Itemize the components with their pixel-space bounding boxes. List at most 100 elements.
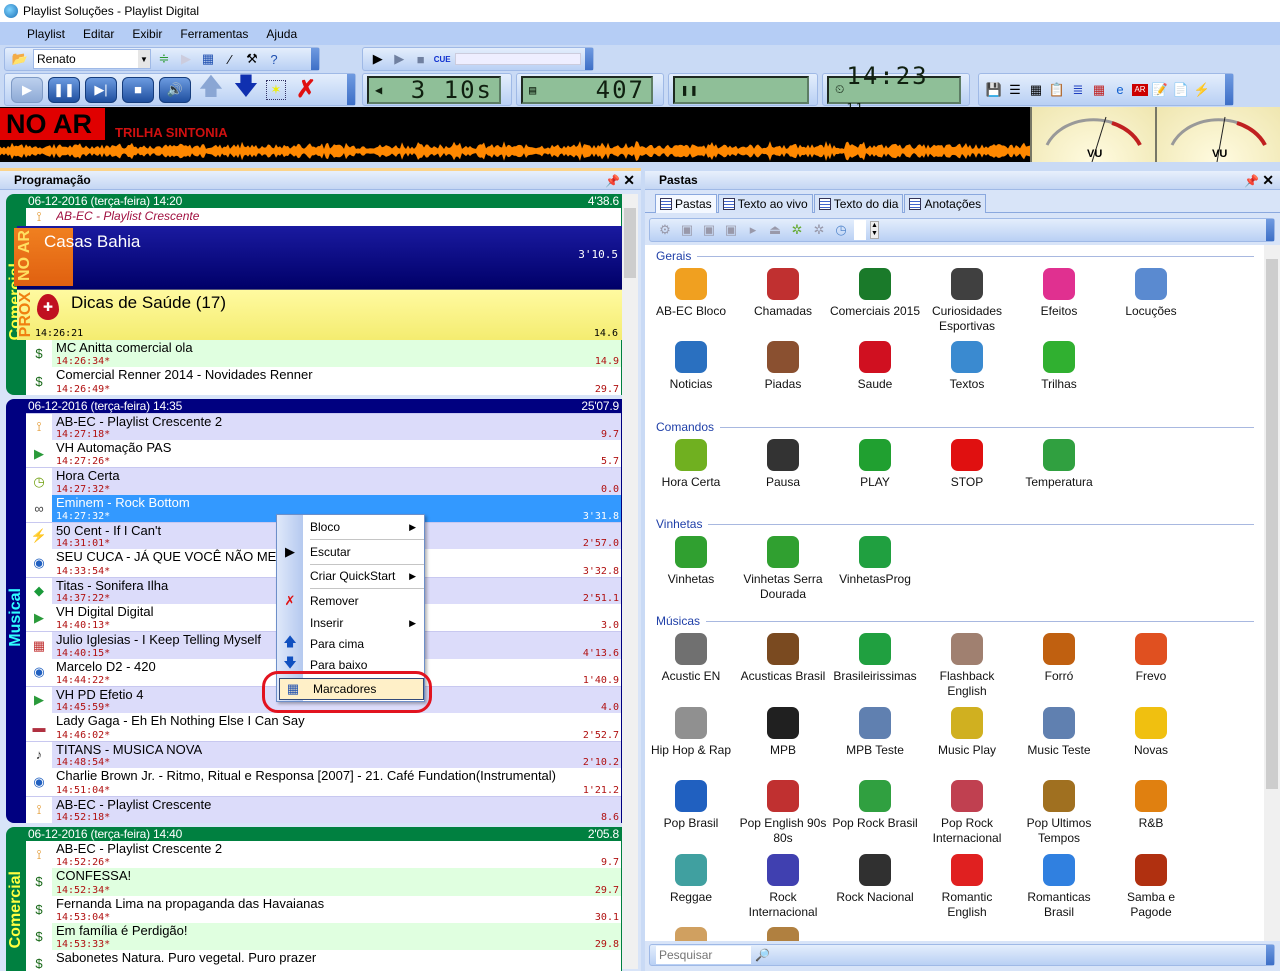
folder-trilhas[interactable]: Trilhas (1013, 341, 1105, 392)
next-item[interactable]: PROX ✚ Dicas de Saúde (17) 14:26:21 14.6 (17, 289, 622, 340)
list-item[interactable]: $ MC Anitta comercial ola 14:26:34* 14.9 (26, 340, 621, 368)
preview-slider[interactable] (454, 53, 582, 65)
align-icon[interactable]: ≑ (155, 50, 173, 68)
text-day-icon[interactable]: 📄 (1172, 81, 1190, 99)
play-button[interactable]: ▶ (11, 76, 43, 103)
user-combo[interactable]: Renato ▼ (33, 49, 151, 69)
folder-mpb[interactable]: MPB (737, 706, 829, 758)
folder-acusticas-brasil[interactable]: Acusticas Brasil (737, 633, 829, 684)
folder-romantic-english[interactable]: Romantic English (921, 853, 1013, 920)
folders-scrollbar[interactable] (1264, 245, 1280, 941)
stop-button-icon[interactable]: ▣ (700, 221, 718, 239)
schedule-icon[interactable]: ▦ (1090, 81, 1108, 99)
cue-icon[interactable]: CUE (433, 50, 451, 68)
menu-ajuda[interactable]: Ajuda (257, 27, 306, 41)
delete-icon[interactable]: ✗ (291, 76, 321, 103)
pause-button[interactable]: ❚❚ (48, 76, 80, 103)
folder-item[interactable] (737, 927, 829, 941)
play-cue-icon[interactable]: ▶ (390, 50, 407, 68)
arrow-down-icon[interactable]: 🡇 (231, 73, 261, 100)
folder-textos[interactable]: Textos (921, 341, 1013, 392)
toolbar-options[interactable] (347, 74, 355, 105)
toolbar-options[interactable] (585, 48, 594, 70)
folders-icon[interactable]: ▦ (1027, 81, 1045, 99)
folder-noticias[interactable]: Noticias (645, 341, 737, 392)
list-item[interactable]: ♪ TITANS - MUSICA NOVA 14:48:54* 2'10.2 (26, 740, 621, 769)
folder-efeitos[interactable]: Efeitos (1013, 268, 1105, 319)
list-item[interactable]: ⟟ AB-EC - Playlist Crescente (26, 208, 621, 226)
list-item[interactable]: ⟟ AB-EC - Playlist Crescente 2 14:27:18* 9.… (26, 412, 621, 441)
folder-romanticas-brasil[interactable]: Romanticas Brasil (1013, 853, 1105, 920)
stop-icon[interactable]: ■ (412, 50, 429, 68)
folder-pop-rock-brasil[interactable]: Pop Rock Brasil (829, 780, 921, 831)
cue-icon[interactable]: ⏏ (766, 221, 784, 239)
folder-novas[interactable]: Novas (1105, 706, 1197, 758)
tab-pastas[interactable]: Pastas (655, 194, 717, 213)
folder-music-teste[interactable]: Music Teste (1013, 706, 1105, 758)
folder-temperatura[interactable]: Temperatura (1013, 439, 1105, 490)
close-icon[interactable]: ✕ (1262, 172, 1274, 188)
browser-icon[interactable]: e (1111, 81, 1129, 99)
stop-button[interactable]: ■ (122, 76, 154, 103)
menu-editar[interactable]: Editar (74, 27, 123, 41)
folder-music-play[interactable]: Music Play (921, 706, 1013, 758)
calendar-icon[interactable]: ▦ (199, 50, 217, 68)
menu-item-inserir[interactable]: Inserir ▶ (277, 613, 424, 633)
open-folder-icon[interactable]: 📂 (11, 50, 29, 68)
folder-r-b[interactable]: R&B (1105, 780, 1197, 831)
volume-button[interactable]: 🔊 (159, 76, 191, 103)
folder-vinhetas[interactable]: Vinhetas (645, 536, 737, 587)
properties-icon[interactable]: 📋 (1048, 81, 1066, 99)
block-header[interactable]: 06-12-2016 (terça-feira) 14:20 4'38.6 (26, 194, 622, 208)
list-item[interactable]: $ Fernanda Lima na propaganda das Havaian… (26, 895, 621, 923)
block-header[interactable]: 06-12-2016 (terça-feira) 14:40 2'05.8 (26, 827, 622, 841)
select-icon[interactable]: ✶ (266, 79, 286, 100)
folder-hora-certa[interactable]: Hora Certa (645, 439, 737, 490)
list-item[interactable]: $ Sabonetes Natura. Puro vegetal. Puro pr… (26, 950, 621, 971)
list-view-icon[interactable]: ☰ (1006, 81, 1024, 99)
list-item[interactable]: ⟟ AB-EC - Playlist Crescente 14:52:18* 8.6 (26, 795, 621, 823)
folder-ab-ec-bloco[interactable]: AB-EC Bloco (645, 268, 737, 319)
now-playing-item[interactable]: NO AR Casas Bahia 3'10.5 (14, 226, 622, 289)
menu-item-bloco[interactable]: Bloco ▶ (277, 517, 424, 537)
folder-curiosidades-esportivas[interactable]: Curiosidades Esportivas (921, 268, 1013, 334)
help-icon[interactable]: ? (265, 50, 283, 68)
tools-icon[interactable]: ⚒ (243, 50, 261, 68)
menu-item-criar-quickstart[interactable]: Criar QuickStart ▶ (277, 566, 424, 586)
menu-item-para-cima[interactable]: 🡅 Para cima (277, 634, 424, 654)
tab-texto-ao-vivo[interactable]: Texto ao vivo (717, 194, 813, 213)
folder-pop-rock-internacional[interactable]: Pop Rock Internacional (921, 780, 1013, 846)
toolbar-options[interactable] (1225, 74, 1233, 105)
menu-item-escutar[interactable]: ▶ Escutar (277, 542, 424, 562)
refresh-icon[interactable]: ✲ (788, 221, 806, 239)
play-icon[interactable]: ▸ (744, 221, 762, 239)
folder-vinhetas-serra-dourada[interactable]: Vinhetas Serra Dourada (737, 536, 829, 602)
folder-piadas[interactable]: Piadas (737, 341, 829, 392)
gear-icon[interactable]: ⚙ (656, 221, 674, 239)
next-button-icon[interactable]: ▣ (722, 221, 740, 239)
folder-forr-[interactable]: Forró (1013, 633, 1105, 684)
play-button-icon[interactable]: ▣ (678, 221, 696, 239)
folder-vinhetasprog[interactable]: VinhetasProg (829, 536, 921, 587)
playlist-scrollbar[interactable] (622, 194, 638, 969)
block-header[interactable]: 06-12-2016 (terça-feira) 14:35 25'07.9 (26, 399, 622, 413)
pin-icon[interactable]: 📌 (605, 174, 620, 188)
list-item[interactable]: ◷ Hora Certa 14:27:32* 0.0 (26, 467, 621, 495)
menu-exibir[interactable]: Exibir (123, 27, 171, 41)
scroll-thumb[interactable] (1266, 259, 1278, 789)
list-item[interactable]: ▶ VH Automação PAS 14:27:26* 5.7 (26, 440, 621, 468)
list-item[interactable]: ◉ Charlie Brown Jr. - Ritmo, Ritual e Res… (26, 768, 621, 796)
menu-playlist[interactable]: Playlist (18, 27, 74, 41)
list-item[interactable]: $ Em família é Perdigão! 14:53:33* 29.8 (26, 922, 621, 951)
folder-saude[interactable]: Saude (829, 341, 921, 392)
scroll-thumb[interactable] (624, 208, 636, 278)
pin-icon[interactable]: 📌 (1244, 174, 1259, 188)
folder-pop-ultimos-tempos[interactable]: Pop Ultimos Tempos (1013, 780, 1105, 846)
play-icon[interactable]: ▶ (369, 50, 386, 68)
toolbar-options[interactable] (1266, 945, 1274, 965)
folder-pop-english-90s-80s[interactable]: Pop English 90s 80s (737, 780, 829, 846)
live-text-icon[interactable]: ≣ (1069, 81, 1087, 99)
folder-pausa[interactable]: Pausa (737, 439, 829, 490)
folder-brasileirissimas[interactable]: Brasileirissimas (829, 633, 921, 684)
folder-play[interactable]: PLAY (829, 439, 921, 490)
